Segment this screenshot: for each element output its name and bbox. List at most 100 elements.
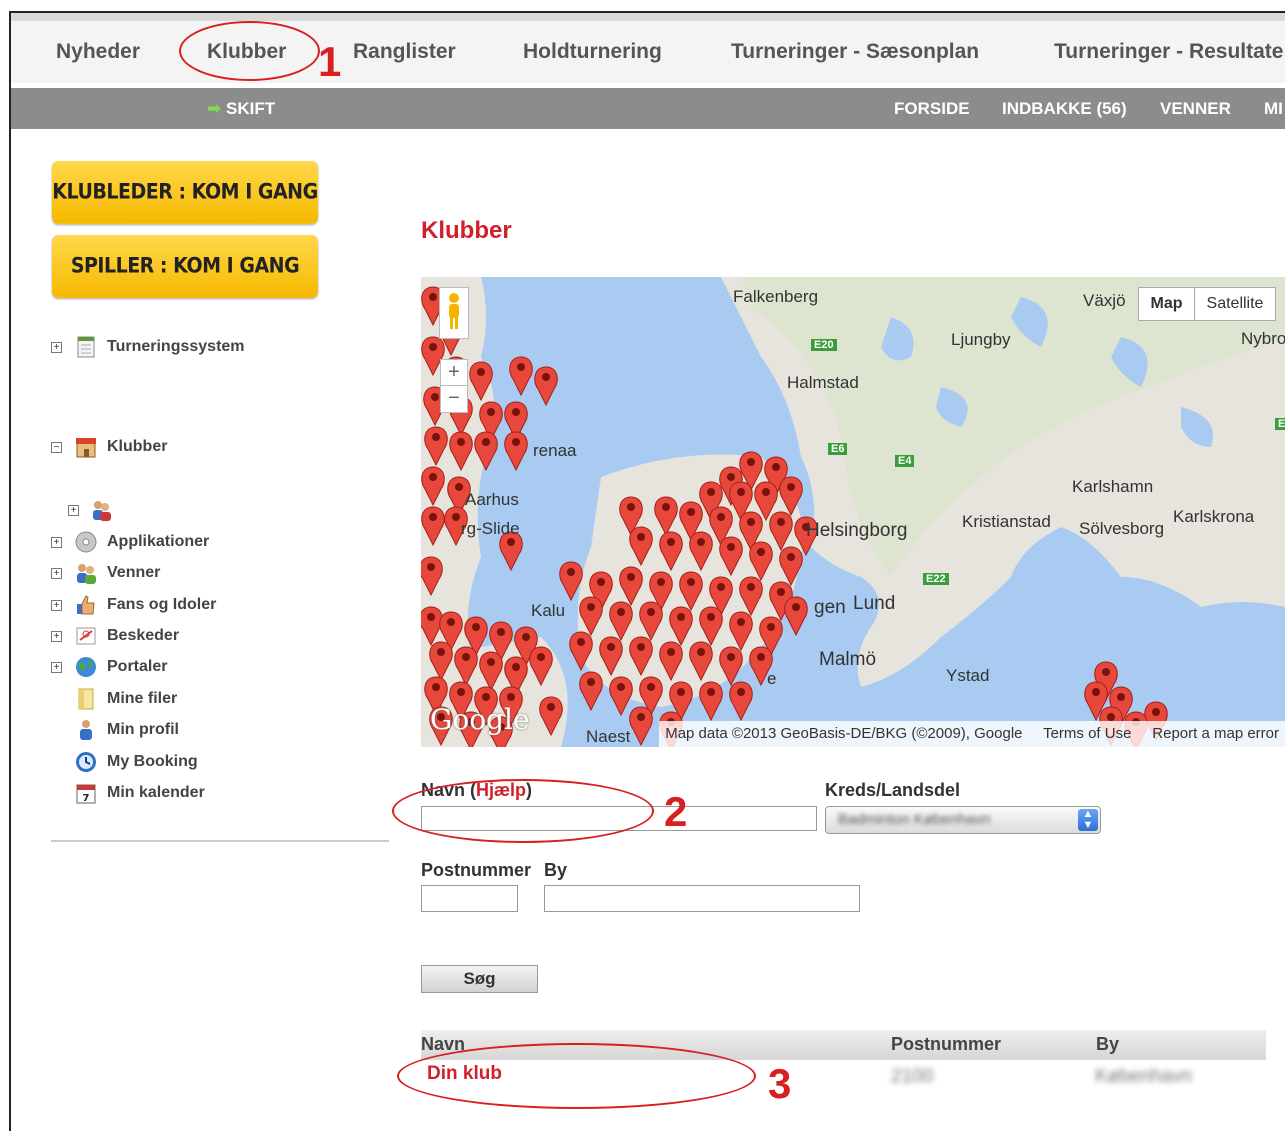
indbakke-link[interactable]: INDBAKKE (56) bbox=[1002, 99, 1127, 119]
tree-label: Klubber bbox=[107, 438, 168, 455]
map-label: Helsingborg bbox=[806, 520, 908, 541]
forside-link[interactable]: FORSIDE bbox=[894, 99, 970, 119]
expand-icon[interactable]: + bbox=[51, 600, 62, 611]
calendar-icon: 7 bbox=[76, 784, 96, 804]
kreds-select-value: Badminton København bbox=[838, 811, 991, 828]
top-stripe bbox=[11, 13, 1285, 21]
map-pins bbox=[421, 286, 1168, 747]
klubleder-kom-i-gang-button[interactable]: KLUBLEDER : KOM I GANG bbox=[52, 161, 318, 224]
folder-icon bbox=[78, 688, 94, 710]
road-shield: E4 bbox=[895, 455, 915, 467]
expand-icon[interactable]: + bbox=[68, 505, 79, 516]
road-shield: E22 bbox=[923, 573, 949, 585]
nav-turneringer-resultater[interactable]: Turneringer - Resultate bbox=[1054, 40, 1283, 64]
postnummer-input[interactable] bbox=[421, 885, 518, 912]
map-label: gen bbox=[814, 597, 846, 618]
map-label: Naest bbox=[586, 727, 631, 746]
column-header-postnummer[interactable]: Postnummer bbox=[891, 1034, 1001, 1055]
annotation-number-2: 2 bbox=[664, 788, 688, 835]
tree-label: Applikationer bbox=[107, 533, 210, 550]
tree-label: Turneringssystem bbox=[107, 338, 245, 355]
calendar-sheet-icon bbox=[77, 336, 95, 358]
map-label: Nybro bbox=[1241, 329, 1285, 348]
nav-turneringer-saesonplan[interactable]: Turneringer - Sæsonplan bbox=[731, 40, 979, 64]
annotation-circle-3 bbox=[397, 1043, 756, 1109]
map-attribution-bar: Map data ©2013 GeoBasis-DE/BKG (©2009), … bbox=[659, 721, 1285, 747]
zoom-out-button[interactable]: − bbox=[440, 385, 468, 413]
road-shield: E20 bbox=[811, 339, 837, 351]
road-shield: E bbox=[1275, 418, 1285, 430]
map-label: Kalu bbox=[531, 601, 566, 620]
cd-icon bbox=[75, 531, 97, 553]
message-icon bbox=[76, 627, 96, 645]
svg-text:7: 7 bbox=[83, 793, 90, 804]
nav-ranglister[interactable]: Ranglister bbox=[353, 40, 456, 64]
club-map[interactable]: Falkenberg Växjö Nybro Ljungby Halmstad … bbox=[421, 277, 1285, 747]
kreds-label: Kreds/Landsdel bbox=[825, 780, 961, 800]
nav-holdturnering[interactable]: Holdturnering bbox=[523, 40, 662, 64]
club-by: København bbox=[1095, 1066, 1193, 1087]
map-label: rg-Slide bbox=[461, 519, 520, 538]
expand-icon[interactable]: + bbox=[51, 631, 62, 642]
map-attribution: Map data ©2013 GeoBasis-DE/BKG (©2009), … bbox=[665, 725, 1023, 742]
page-title: Klubber bbox=[421, 217, 512, 244]
tree-label: Beskeder bbox=[107, 627, 180, 644]
map-label: Karlskrona bbox=[1173, 507, 1255, 526]
sidebar-divider bbox=[51, 840, 389, 842]
map-type-map-button[interactable]: Map bbox=[1138, 287, 1195, 321]
annotation-circle-1 bbox=[179, 21, 320, 81]
column-header-by[interactable]: By bbox=[1096, 1034, 1119, 1055]
map-label: Halmstad bbox=[787, 373, 859, 392]
map-label: Växjö bbox=[1083, 291, 1126, 310]
skift-link[interactable]: ➡ SKIFT bbox=[207, 99, 275, 119]
tree-label: Min kalender bbox=[107, 784, 205, 801]
map-label: Falkenberg bbox=[733, 287, 819, 306]
search-button[interactable]: Søg bbox=[421, 965, 538, 993]
club-postnummer: 2100 bbox=[891, 1066, 934, 1087]
thumbs-up-icon bbox=[77, 595, 95, 615]
annotation-circle-2 bbox=[392, 779, 654, 843]
globe-icon bbox=[76, 657, 96, 677]
annotation-number-1: 1 bbox=[318, 38, 342, 85]
map-label: Sölvesborg bbox=[1079, 519, 1165, 538]
map-label: Karlshamn bbox=[1072, 477, 1154, 496]
skift-label: SKIFT bbox=[225, 99, 276, 118]
profile-icon bbox=[80, 720, 92, 740]
road-shield: E6 bbox=[828, 443, 848, 455]
nav-nyheder[interactable]: Nyheder bbox=[56, 40, 140, 64]
tree-label: My Booking bbox=[107, 753, 198, 770]
by-input[interactable] bbox=[544, 885, 860, 912]
tree-label: Fans og Idoler bbox=[107, 596, 217, 613]
mi-link[interactable]: MI bbox=[1264, 99, 1283, 119]
map-type-satellite-button[interactable]: Satellite bbox=[1194, 287, 1276, 321]
google-logo: Google bbox=[430, 703, 530, 736]
by-label: By bbox=[544, 860, 568, 880]
spiller-kom-i-gang-button[interactable]: SPILLER : KOM I GANG bbox=[52, 235, 318, 298]
report-map-error-link[interactable]: Report a map error bbox=[1152, 725, 1279, 742]
map-label: Ljungby bbox=[951, 330, 1011, 349]
select-arrows-icon: ▲ ▼ bbox=[1078, 809, 1098, 831]
expand-icon[interactable]: + bbox=[51, 568, 62, 579]
venner-link[interactable]: VENNER bbox=[1160, 99, 1231, 119]
sub-nav: ➡ SKIFT FORSIDE INDBAKKE (56) VENNER MI bbox=[11, 88, 1285, 129]
map-label: Ystad bbox=[946, 666, 990, 685]
clock-icon bbox=[76, 752, 96, 772]
expand-icon[interactable]: + bbox=[51, 662, 62, 673]
map-label: e bbox=[767, 669, 777, 688]
expand-icon[interactable]: + bbox=[51, 537, 62, 548]
club-building-icon bbox=[76, 438, 96, 458]
map-label: Aarhus bbox=[465, 490, 519, 509]
map-label: renaa bbox=[533, 441, 577, 460]
tree-label: Mine filer bbox=[107, 690, 178, 707]
annotation-number-3: 3 bbox=[768, 1060, 792, 1107]
zoom-in-button[interactable]: + bbox=[440, 359, 468, 387]
expand-icon[interactable]: + bbox=[51, 342, 62, 353]
terms-of-use-link[interactable]: Terms of Use bbox=[1043, 725, 1131, 742]
collapse-icon[interactable]: − bbox=[51, 442, 62, 453]
tree-label: Venner bbox=[107, 564, 161, 581]
postnummer-label: Postnummer bbox=[421, 860, 532, 880]
tree-label: Portaler bbox=[107, 658, 168, 675]
kreds-select[interactable]: Badminton København ▲ ▼ bbox=[825, 806, 1101, 834]
tree-label: Min profil bbox=[107, 721, 179, 738]
street-view-pegman-icon[interactable] bbox=[439, 287, 469, 339]
